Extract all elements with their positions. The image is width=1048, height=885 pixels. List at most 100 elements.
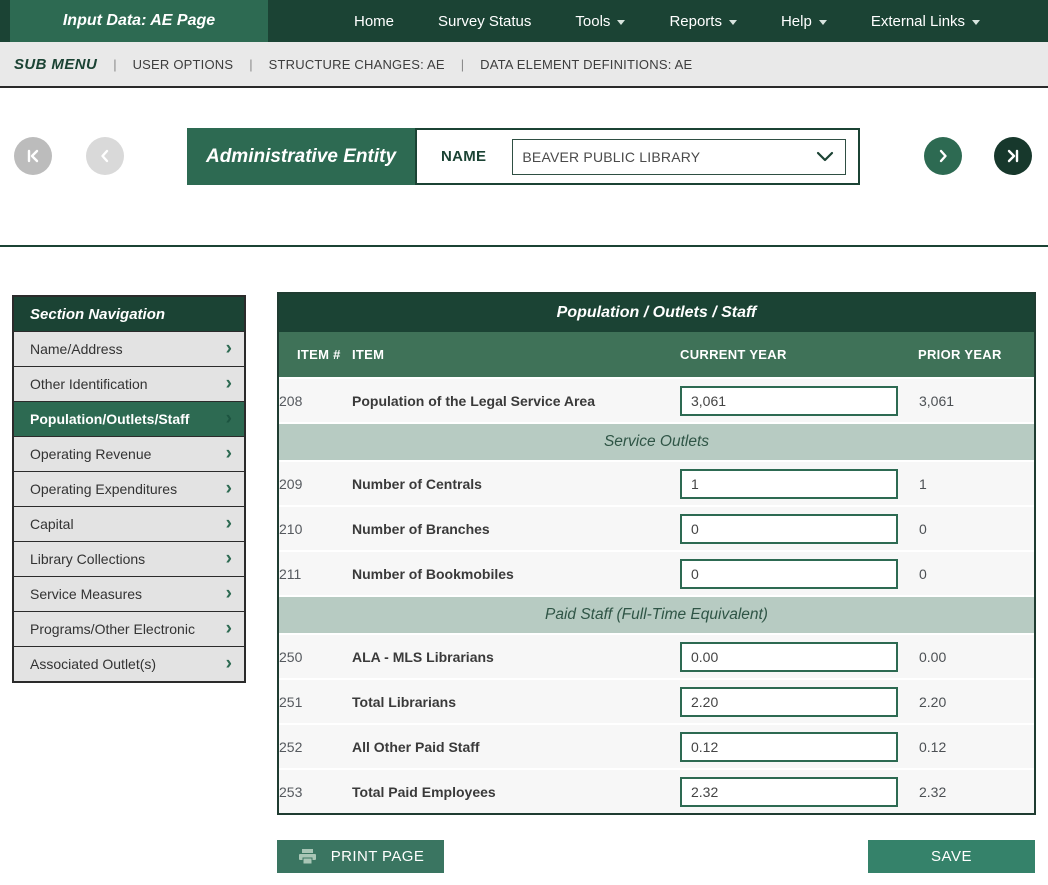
chevron-right-icon: › (226, 514, 232, 533)
nav-menu-item[interactable]: Tools (575, 13, 625, 30)
item-label: Number of Centrals (352, 476, 680, 492)
current-year-input[interactable] (680, 559, 898, 589)
prior-year-value: 0 (918, 566, 1034, 582)
print-page-button[interactable]: PRINT PAGE (277, 840, 444, 873)
sidebar-item[interactable]: Programs/Other Electronic › (14, 611, 244, 646)
nav-menu-item[interactable]: Reports (669, 13, 737, 30)
last-record-button[interactable] (994, 137, 1032, 175)
current-year-input[interactable] (680, 642, 898, 672)
nav-menu-item[interactable]: Survey Status (438, 13, 531, 30)
table-title: Population / Outlets / Staff (279, 294, 1034, 332)
separator: | (113, 57, 116, 72)
item-number: 210 (279, 521, 352, 537)
item-label: ALA - MLS Librarians (352, 649, 680, 665)
caret-down-icon (617, 20, 625, 25)
item-number: 253 (279, 784, 352, 800)
chevron-right-icon: › (226, 654, 232, 673)
sidebar-item[interactable]: Other Identification › (14, 366, 244, 401)
main-menu: Home Survey Status Tools Reports Help (354, 0, 980, 42)
sidebar-item-label: Operating Revenue (30, 446, 226, 462)
nav-menu-item[interactable]: External Links (871, 13, 980, 30)
chevron-right-icon: › (226, 479, 232, 498)
sidebar-item-label: Operating Expenditures (30, 481, 226, 497)
sidebar-item[interactable]: Associated Outlet(s) › (14, 646, 244, 681)
sidebar-item-label: Library Collections (30, 551, 226, 567)
caret-down-icon (972, 20, 980, 25)
sidebar-item[interactable]: Population/Outlets/Staff › (14, 401, 244, 436)
chevron-left-icon (94, 145, 116, 167)
first-record-button[interactable] (14, 137, 52, 175)
submenu-link[interactable]: USER OPTIONS (133, 57, 234, 72)
item-label: Number of Bookmobiles (352, 566, 680, 582)
item-number: 208 (279, 393, 352, 409)
population-outlets-staff-table: Population / Outlets / Staff ITEM # ITEM… (277, 292, 1036, 815)
column-header-item: ITEM (352, 347, 680, 362)
name-field-label: NAME (441, 148, 486, 165)
prior-year-value: 0 (918, 521, 1034, 537)
nav-item-label: Help (781, 13, 812, 30)
sidebar-item-label: Other Identification (30, 376, 226, 392)
separator: | (461, 57, 464, 72)
current-year-input[interactable] (680, 469, 898, 499)
previous-record-button[interactable] (86, 137, 124, 175)
chevron-down-icon (815, 151, 835, 163)
prior-year-value: 0.00 (918, 649, 1034, 665)
nav-item-label: Survey Status (438, 13, 531, 30)
current-year-input[interactable] (680, 687, 898, 717)
sidebar-item-label: Population/Outlets/Staff (30, 411, 226, 427)
sidebar-item-label: Programs/Other Electronic (30, 621, 226, 637)
sidebar-item[interactable]: Name/Address › (14, 331, 244, 366)
selected-entity-name: BEAVER PUBLIC LIBRARY (522, 149, 815, 165)
current-year-input[interactable] (680, 732, 898, 762)
save-button[interactable]: SAVE (868, 840, 1035, 873)
sidebar-item[interactable]: Operating Expenditures › (14, 471, 244, 506)
column-header-prior-year: PRIOR YEAR (918, 347, 1034, 362)
printer-icon (297, 848, 318, 866)
nav-menu-item[interactable]: Help (781, 13, 827, 30)
entity-name-box: NAME BEAVER PUBLIC LIBRARY (415, 128, 860, 185)
sidebar-item[interactable]: Library Collections › (14, 541, 244, 576)
table-row: 209 Number of Centrals 1 (279, 460, 1034, 505)
item-label: Total Paid Employees (352, 784, 680, 800)
next-record-button[interactable] (924, 137, 962, 175)
item-label: Number of Branches (352, 521, 680, 537)
sidebar-title: Section Navigation (14, 297, 244, 331)
item-number: 252 (279, 739, 352, 755)
table-row: 251 Total Librarians 2.20 (279, 678, 1034, 723)
submenu-links: | USER OPTIONS | STRUCTURE CHANGES: AE |… (97, 57, 692, 72)
item-label: All Other Paid Staff (352, 739, 680, 755)
table-header-row: ITEM # ITEM CURRENT YEAR PRIOR YEAR (279, 332, 1034, 377)
item-number: 209 (279, 476, 352, 492)
nav-menu-item[interactable]: Home (354, 13, 394, 30)
tab-input-data-ae-page[interactable]: Input Data: AE Page (10, 0, 268, 42)
submenu-title: SUB MENU (14, 56, 97, 73)
table-section-header: Service Outlets (279, 422, 1034, 460)
submenu-link[interactable]: DATA ELEMENT DEFINITIONS: AE (480, 57, 692, 72)
section-navigation-sidebar: Section Navigation Name/Address › Other … (12, 295, 246, 683)
first-page-icon (22, 145, 44, 167)
entity-type-label: Administrative Entity (187, 128, 415, 185)
table-row: 208 Population of the Legal Service Area… (279, 377, 1034, 422)
table-body: 208 Population of the Legal Service Area… (279, 377, 1034, 813)
entity-header-strip: Administrative Entity NAME BEAVER PUBLIC… (0, 88, 1048, 247)
current-year-input[interactable] (680, 514, 898, 544)
sidebar-item[interactable]: Operating Revenue › (14, 436, 244, 471)
current-year-input[interactable] (680, 386, 898, 416)
sidebar-item[interactable]: Capital › (14, 506, 244, 541)
chevron-right-icon: › (226, 339, 232, 358)
entity-name-select[interactable]: BEAVER PUBLIC LIBRARY (512, 139, 846, 175)
column-header-item-number: ITEM # (279, 347, 352, 362)
separator: | (249, 57, 252, 72)
print-button-label: PRINT PAGE (331, 848, 424, 865)
item-number: 211 (279, 566, 352, 582)
sidebar-item[interactable]: Service Measures › (14, 576, 244, 611)
caret-down-icon (819, 20, 827, 25)
caret-down-icon (729, 20, 737, 25)
top-nav-bar: Input Data: AE Page Home Survey Status T… (0, 0, 1048, 42)
sidebar-item-label: Capital (30, 516, 226, 532)
nav-item-label: Tools (575, 13, 610, 30)
current-year-input[interactable] (680, 777, 898, 807)
submenu-link[interactable]: STRUCTURE CHANGES: AE (269, 57, 445, 72)
item-number: 251 (279, 694, 352, 710)
table-row: 211 Number of Bookmobiles 0 (279, 550, 1034, 595)
